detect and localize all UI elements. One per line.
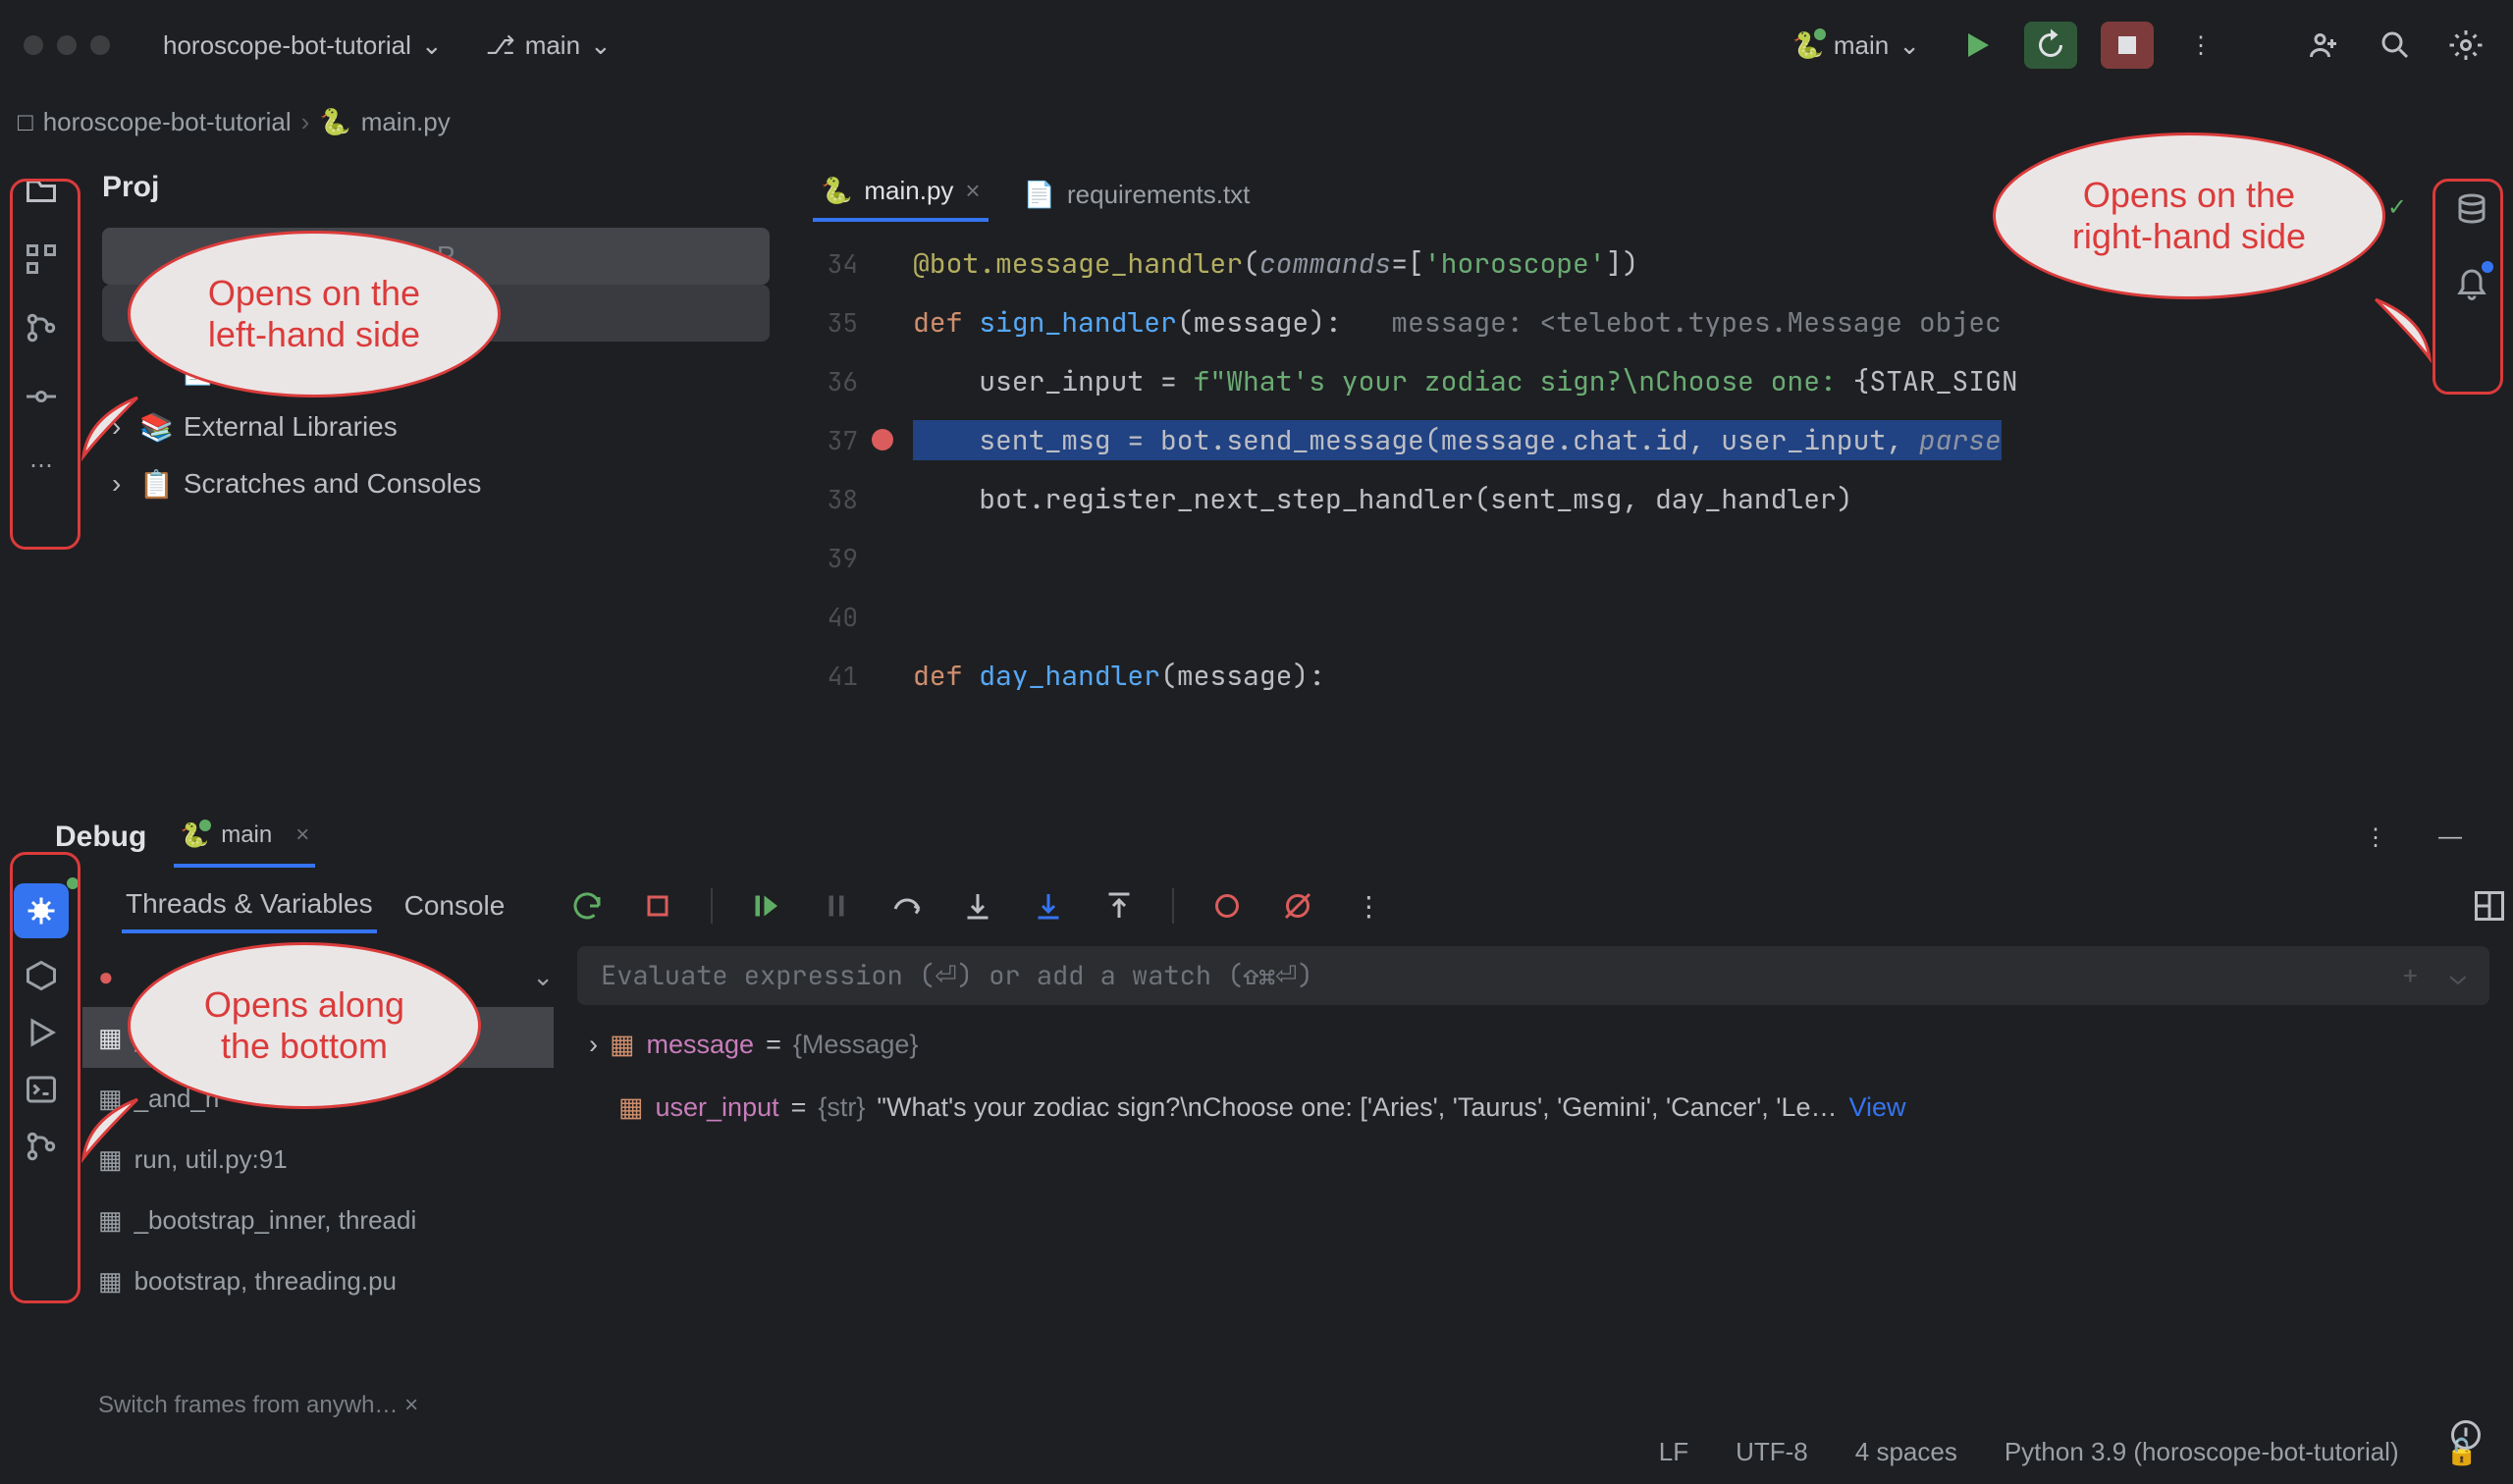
text-file-icon: 📄	[181, 354, 215, 387]
rerun-icon[interactable]	[563, 882, 611, 929]
top-toolbar: horoscope-bot-tutorial ⌄ ⎇ main ⌄ 🐍 main…	[0, 0, 2513, 90]
bottom-tool-stripe	[0, 874, 82, 1413]
pause-icon[interactable]	[813, 882, 860, 929]
variables-panel[interactable]: Evaluate expression (⏎) or add a watch (…	[554, 938, 2513, 1413]
terminal-tool-icon[interactable]	[22, 1070, 61, 1109]
threads-tab[interactable]: Threads & Variables	[122, 878, 377, 933]
step-into-my-icon[interactable]	[1025, 882, 1072, 929]
frames-list[interactable]: ●⌄▦y:37▦_and_h▦run, util.py:91▦_bootstra…	[82, 938, 554, 1413]
view-breakpoints-icon[interactable]	[1203, 882, 1251, 929]
commit-tool-icon[interactable]	[22, 377, 61, 416]
debug-tool-icon[interactable]	[14, 883, 69, 938]
tree-scratches[interactable]: ›📋Scratches and Consoles	[102, 455, 770, 512]
project-selector[interactable]: horoscope-bot-tutorial ⌄	[153, 25, 453, 67]
notifications-tool-icon[interactable]	[2452, 263, 2491, 302]
database-tool-icon[interactable]	[2452, 190, 2491, 230]
chevron-right-icon: ›	[301, 107, 310, 137]
run-tool-icon[interactable]	[22, 1013, 61, 1052]
resume-icon[interactable]	[742, 882, 789, 929]
editor: 🐍main.py× 📄requirements.txt ✓ 34@bot.mes…	[789, 153, 2431, 801]
breadcrumb[interactable]: □ horoscope-bot-tutorial › 🐍 main.py	[0, 90, 2513, 153]
right-tool-stripe	[2431, 153, 2513, 801]
code-with-me-icon[interactable]	[2301, 22, 2348, 69]
code-area[interactable]: 34@bot.message_handler(commands=['horosc…	[789, 222, 2431, 705]
run-config-selector[interactable]: 🐍 main ⌄	[1782, 25, 1930, 67]
stop-button[interactable]	[2101, 22, 2154, 69]
project-tool-window: Proj torial ~/PycharmP 🐍main.py 📄require…	[82, 153, 789, 801]
layout-icon[interactable]	[2466, 882, 2513, 929]
debug-config-tab[interactable]: 🐍main×	[174, 808, 315, 868]
more-icon[interactable]: ⋮	[2352, 814, 2399, 861]
close-icon[interactable]: ×	[295, 822, 309, 849]
minimize-icon[interactable]: —	[2427, 814, 2474, 861]
project-tool-icon[interactable]	[22, 171, 61, 210]
branch-icon: ⎇	[486, 30, 515, 61]
python-icon: 🐍	[180, 822, 209, 850]
scratch-icon: 📋	[139, 468, 174, 501]
step-out-icon[interactable]	[1096, 882, 1143, 929]
console-tab[interactable]: Console	[401, 880, 509, 931]
chevron-down-icon: ⌄	[1898, 30, 1920, 61]
more-tools-icon[interactable]: ⋯	[22, 446, 61, 485]
window-controls[interactable]	[24, 35, 110, 55]
problems-icon[interactable]	[2442, 1411, 2489, 1458]
library-icon: 📚	[139, 411, 174, 444]
chevron-down-icon: ⌄	[590, 30, 612, 61]
search-icon[interactable]	[2372, 22, 2419, 69]
left-tool-stripe: ⋯	[0, 153, 82, 801]
debug-controls: Threads & Variables Console ⋮	[82, 874, 2513, 938]
stop-debug-icon[interactable]	[634, 882, 681, 929]
tree-file-requirements[interactable]: 📄requirements.txt	[102, 342, 770, 398]
debug-rerun-button[interactable]	[2024, 22, 2077, 69]
services-tool-icon[interactable]	[22, 956, 61, 995]
run-button[interactable]	[1953, 22, 2001, 69]
tree-file-main[interactable]: 🐍main.py	[102, 285, 770, 342]
text-file-icon: 📄	[1024, 180, 1055, 210]
inspections-ok-icon[interactable]: ✓	[2387, 193, 2431, 222]
project-tree[interactable]: torial ~/PycharmP 🐍main.py 📄requirements…	[102, 228, 770, 512]
project-title: Proj	[102, 171, 770, 204]
more-debug-icon[interactable]: ⋮	[1345, 882, 1392, 929]
git-tool-icon[interactable]	[22, 1127, 61, 1166]
python-icon: 🐍	[821, 176, 852, 206]
python-icon: 🐍	[319, 107, 350, 137]
frames-hint: Switch frames from anywh… ×	[98, 1392, 418, 1419]
vcs-tool-icon[interactable]	[22, 308, 61, 347]
tab-requirements[interactable]: 📄requirements.txt	[1016, 168, 1258, 222]
settings-icon[interactable]	[2442, 22, 2489, 69]
more-actions-icon[interactable]: ⋮	[2177, 22, 2224, 69]
tree-external-libs[interactable]: ›📚External Libraries	[102, 398, 770, 455]
chevron-down-icon: ⌄	[421, 30, 443, 61]
python-icon: 🐍	[181, 297, 215, 330]
close-icon[interactable]: ×	[965, 176, 980, 206]
mute-breakpoints-icon[interactable]	[1274, 882, 1321, 929]
debug-header: Debug 🐍main× ⋮ —	[0, 801, 2513, 874]
editor-tabs: 🐍main.py× 📄requirements.txt ✓	[789, 153, 2431, 222]
python-icon: 🐍	[1791, 30, 1823, 61]
tab-main[interactable]: 🐍main.py×	[813, 164, 989, 222]
branch-selector[interactable]: ⎇ main ⌄	[476, 25, 621, 67]
debug-title: Debug	[0, 821, 146, 854]
structure-tool-icon[interactable]	[22, 239, 61, 279]
evaluate-input[interactable]: Evaluate expression (⏎) or add a watch (…	[577, 946, 2489, 1005]
step-over-icon[interactable]	[883, 882, 931, 929]
step-into-icon[interactable]	[954, 882, 1001, 929]
status-bar[interactable]: LF UTF-8 4 spaces Python 3.9 (horoscope-…	[0, 1419, 2513, 1484]
